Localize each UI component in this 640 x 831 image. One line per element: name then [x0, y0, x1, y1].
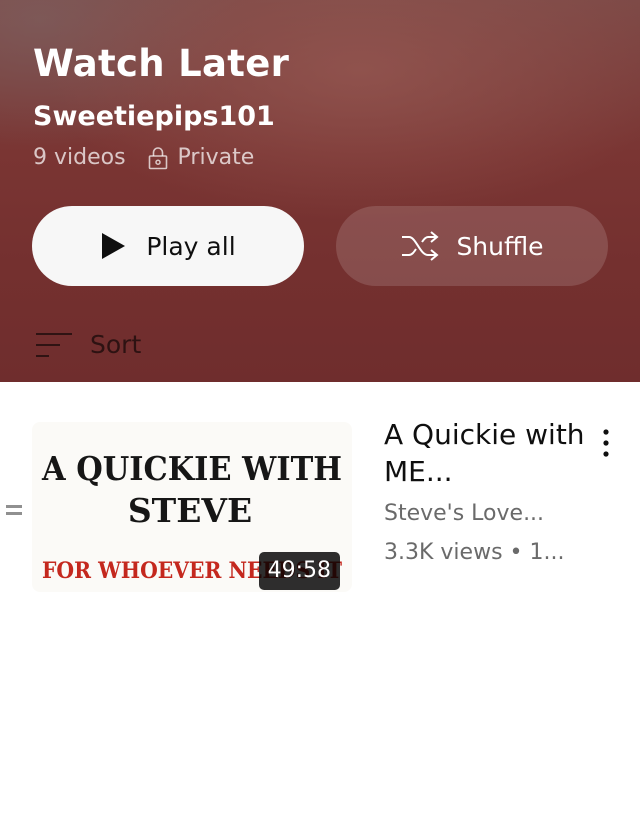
video-duration: 49:58 [258, 552, 340, 590]
thumbnail-line-2: STEVE [128, 491, 252, 530]
sort-label: Sort [90, 330, 142, 359]
play-all-label: Play all [146, 231, 236, 261]
lock-icon [148, 147, 167, 170]
video-thumbnail[interactable]: A QUICKIE WITH STEVE FOR WHOEVER NEEDS I… [32, 422, 352, 592]
drag-handle-icon[interactable] [6, 503, 24, 517]
playlist-video-item[interactable]: A QUICKIE WITH STEVE FOR WHOEVER NEEDS I… [0, 382, 640, 612]
sort-icon [36, 332, 72, 357]
shuffle-icon [402, 231, 439, 261]
shuffle-button[interactable]: Shuffle [336, 206, 608, 286]
playlist-title: Watch Later [33, 42, 290, 85]
playlist-meta: 9 videos Private [33, 143, 254, 173]
playlist-header: Watch Later Sweetiepips101 9 videos Priv… [0, 0, 640, 382]
video-channel[interactable]: Steve's Love... [384, 499, 544, 529]
privacy-status: Private [177, 145, 255, 170]
video-stats: 3.3K views • 1... [384, 540, 565, 565]
play-all-button[interactable]: Play all [32, 206, 304, 286]
thumbnail-line-1: A QUICKIE WITH [41, 449, 342, 488]
sort-button[interactable]: Sort [36, 330, 141, 359]
shuffle-label: Shuffle [456, 231, 544, 261]
video-title[interactable]: A Quickie with ME... [384, 416, 594, 490]
video-count: 9 videos [33, 145, 126, 170]
play-icon [102, 233, 126, 259]
more-vert-icon[interactable] [596, 426, 616, 460]
playlist-owner[interactable]: Sweetiepips101 [33, 100, 275, 134]
